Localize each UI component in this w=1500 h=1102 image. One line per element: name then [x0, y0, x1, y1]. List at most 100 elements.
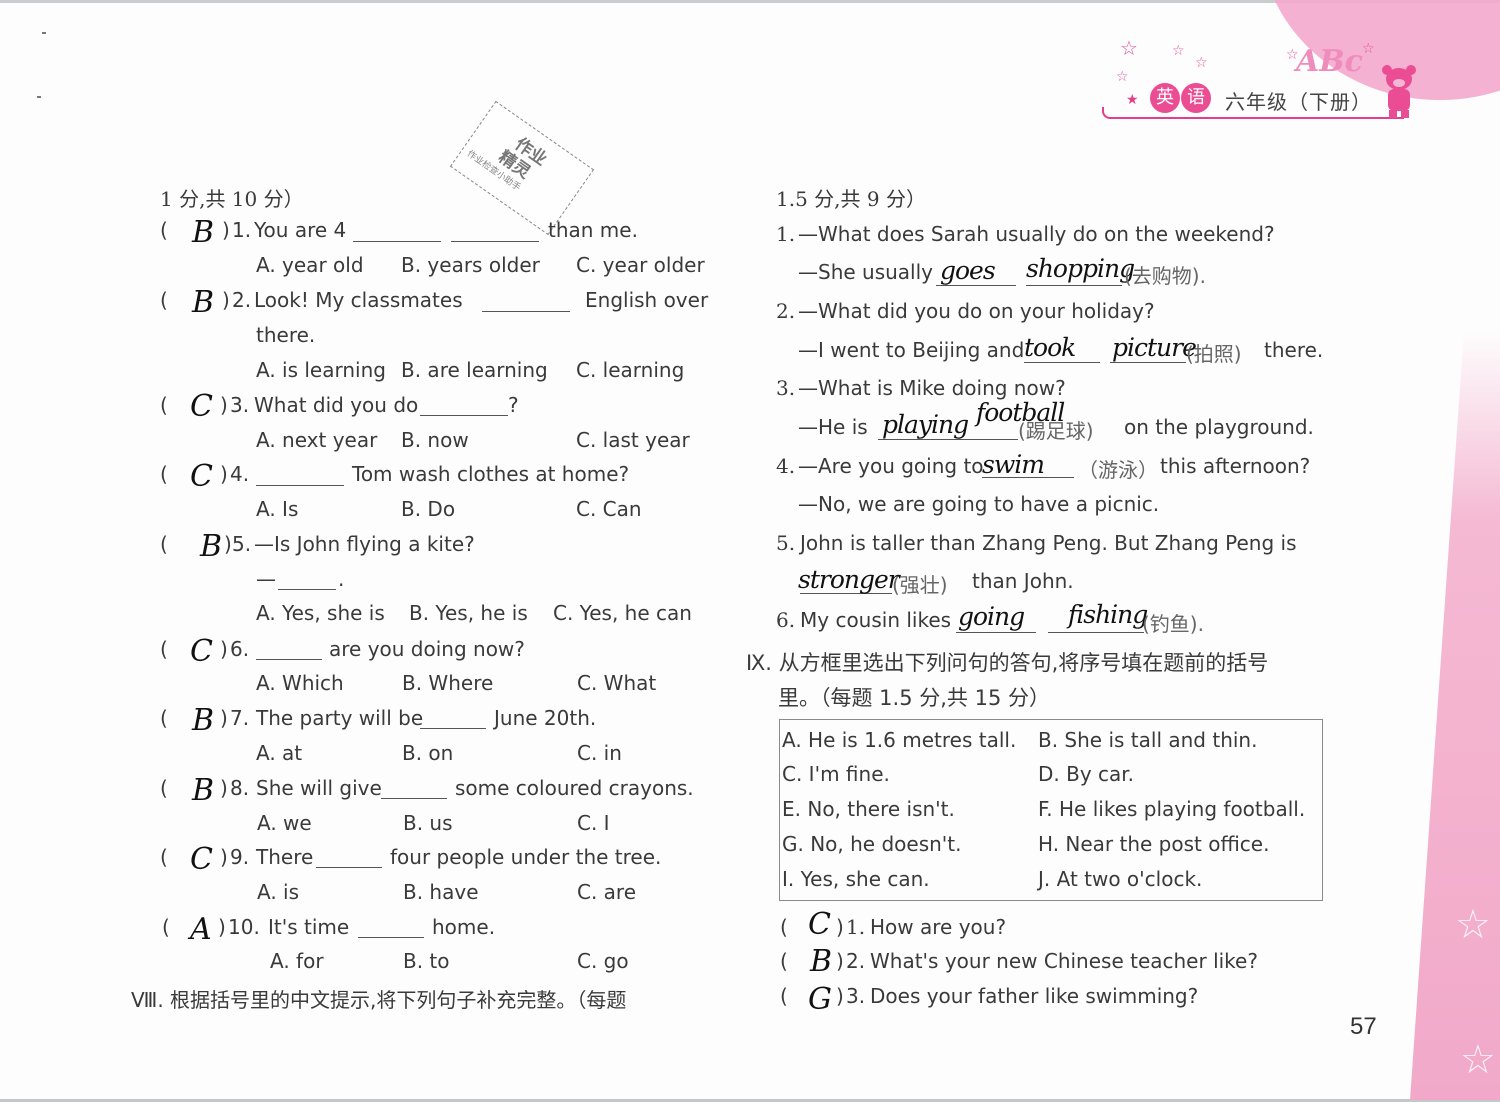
handwritten-answer[interactable]: C	[190, 392, 213, 422]
answer-blank[interactable]	[256, 484, 344, 486]
question-stem: There	[256, 845, 314, 869]
option-c: C. are	[577, 880, 637, 904]
handwritten-answer[interactable]: A	[190, 915, 212, 945]
handwritten-word[interactable]: going	[958, 604, 1025, 629]
handwritten-word[interactable]: took	[1024, 335, 1076, 360]
answer-blank[interactable]	[353, 240, 441, 242]
handwritten-word[interactable]: swim	[982, 452, 1045, 477]
chinese-hint: (去购物).	[1124, 264, 1206, 288]
choice-e: E. No, there isn't.	[782, 797, 955, 821]
answer-bracket-open: (	[780, 949, 788, 973]
answer-blank[interactable]	[1048, 631, 1144, 633]
answer-blank[interactable]	[420, 414, 508, 416]
answer-blank[interactable]	[1026, 284, 1122, 286]
option-a: A. Yes, she is	[256, 601, 385, 625]
homework-stamp: 作业 精灵 作业检查小助手	[449, 100, 595, 236]
question-stem-end: four people under the tree.	[390, 845, 662, 869]
item-question: —What did you do on your holiday?	[798, 299, 1155, 323]
answer-bracket-open: (	[160, 218, 168, 242]
choice-g: G. No, he doesn't.	[782, 832, 962, 856]
handwritten-answer[interactable]: B	[810, 947, 832, 977]
item-number: 3.	[776, 376, 796, 400]
handwritten-answer[interactable]: B	[192, 288, 214, 318]
item-question-end: this afternoon?	[1160, 454, 1311, 478]
question-number: 2.	[846, 949, 866, 973]
option-c: C. in	[577, 741, 622, 765]
choice-i: I. Yes, she can.	[782, 867, 930, 891]
answer-bracket-close: )	[836, 984, 844, 1008]
answer-blank[interactable]	[256, 658, 322, 660]
item-answer-prefix: —He is	[798, 415, 868, 439]
handwritten-answer[interactable]: C	[190, 845, 213, 875]
question-stem-end: some coloured crayons.	[455, 776, 694, 800]
answer-bracket-open: (	[160, 845, 168, 869]
choice-b: B. She is tall and thin.	[1038, 728, 1258, 752]
answer-blank[interactable]	[451, 240, 539, 242]
question-number: 1.	[232, 218, 252, 242]
question-stem: It's time	[268, 915, 350, 939]
option-a: A. is	[257, 880, 300, 904]
option-b: B. us	[403, 811, 453, 835]
question-stem: Look! My classmates	[254, 288, 463, 312]
option-a: A. is learning	[256, 358, 386, 382]
option-c: C. learning	[576, 358, 685, 382]
answer-bracket-open: (	[160, 288, 168, 312]
question-number: 7.	[230, 706, 250, 730]
handwritten-word[interactable]: picture	[1112, 335, 1197, 360]
star-icon: ☆	[1362, 41, 1375, 57]
handwritten-word[interactable]: shopping	[1026, 256, 1135, 281]
option-b: B. years older	[401, 253, 540, 277]
handwritten-answer[interactable]: B	[192, 706, 214, 736]
star-icon: ☆	[1195, 55, 1208, 71]
option-b: B. Yes, he is	[409, 601, 528, 625]
question-stem-end: home.	[432, 915, 496, 939]
answer-bracket-open: (	[160, 532, 168, 556]
answer-bracket-open: (	[780, 984, 788, 1008]
option-a: A. for	[270, 949, 324, 973]
question-stem: What did you do	[254, 393, 419, 417]
page-number: 57	[1350, 1013, 1377, 1040]
option-c: C. Yes, he can	[553, 601, 692, 625]
handwritten-answer[interactable]: B	[200, 532, 222, 562]
answer-blank[interactable]	[482, 310, 570, 312]
chinese-hint: (踢足球)	[1018, 419, 1094, 443]
side-pink-band	[1410, 330, 1500, 1100]
answer-blank[interactable]	[956, 631, 1036, 633]
answer-blank[interactable]	[381, 797, 447, 799]
choice-h: H. Near the post office.	[1038, 832, 1270, 856]
question-stem-end: June 20th.	[494, 706, 597, 730]
item-number: 5.	[776, 531, 796, 555]
handwritten-answer[interactable]: G	[808, 985, 832, 1015]
answer-blank[interactable]	[358, 936, 424, 938]
option-c: C. I	[577, 811, 610, 835]
answer-blank[interactable]	[278, 588, 336, 590]
choice-a: A. He is 1.6 metres tall.	[782, 728, 1017, 752]
option-a: A. next year	[256, 428, 378, 452]
answer-blank[interactable]	[420, 727, 486, 729]
answer-bracket-open: (	[160, 462, 168, 486]
question-stem-line2: there.	[256, 323, 316, 347]
handwritten-word[interactable]: fishing	[1068, 602, 1148, 627]
answer-blank[interactable]	[316, 866, 382, 868]
reply-dash: —	[256, 567, 276, 591]
answer-bracket-open: (	[160, 776, 168, 800]
question-number: 8.	[230, 776, 250, 800]
choice-c: C. I'm fine.	[782, 762, 890, 786]
option-b: B. are learning	[401, 358, 548, 382]
question-text: What's your new Chinese teacher like?	[870, 949, 1258, 973]
question-text: Does your father like swimming?	[870, 984, 1199, 1008]
handwritten-answer[interactable]: C	[190, 637, 213, 667]
chinese-hint: （游泳）	[1078, 458, 1158, 482]
handwritten-answer[interactable]: B	[192, 218, 214, 248]
handwritten-word[interactable]: stronger	[798, 567, 900, 592]
handwritten-answer[interactable]: C	[190, 462, 213, 492]
item-reply: —No, we are going to have a picnic.	[798, 492, 1160, 516]
item-number: 6.	[776, 608, 796, 632]
handwritten-answer[interactable]: B	[192, 776, 214, 806]
answer-bracket-close: )	[220, 706, 228, 730]
bear-mascot-icon	[1382, 65, 1416, 118]
handwritten-word[interactable]: goes	[940, 258, 996, 283]
handwritten-word[interactable]: playing	[882, 412, 969, 437]
handwritten-answer[interactable]: C	[808, 910, 831, 940]
option-a: A. year old	[256, 253, 364, 277]
